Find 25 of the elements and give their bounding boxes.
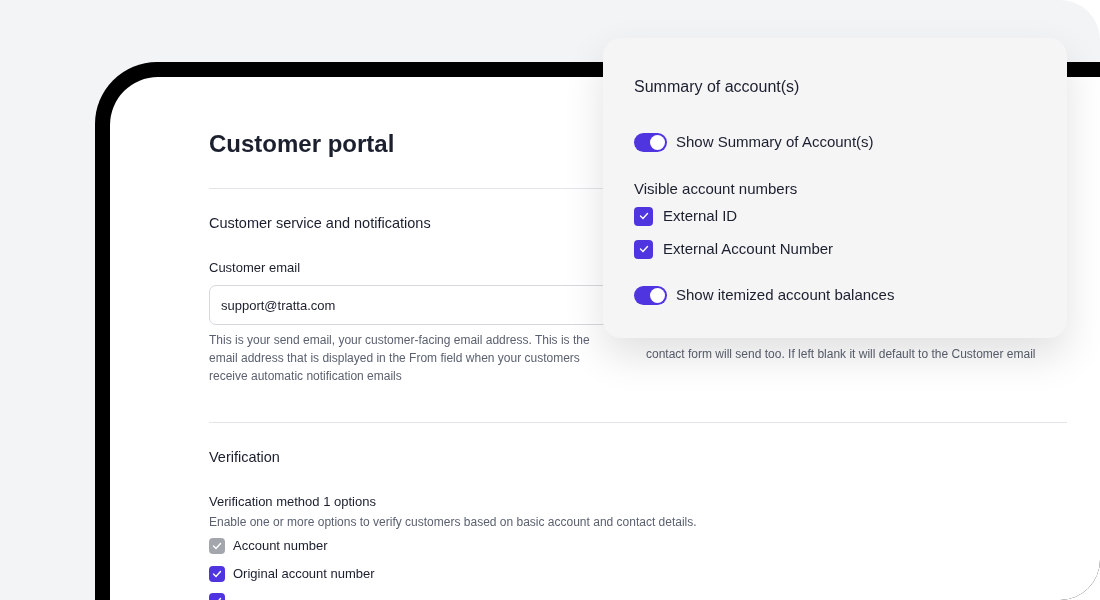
section-heading: Customer service and notifications [209, 214, 431, 233]
page-title: Customer portal [209, 129, 395, 159]
toggle-label: Show Summary of Account(s) [676, 132, 874, 152]
popup-title: Summary of account(s) [634, 77, 801, 97]
toggle-switch[interactable] [634, 132, 667, 152]
checkbox[interactable] [209, 566, 225, 582]
help-text: This is your send email, your customer-facing email address. This is the email address that is displayed in the From field when your customers receive automatic notification emails [209, 332, 591, 385]
help-text: contact form will send too. If left blank it will default to the Customer email [646, 346, 1037, 363]
checkbox-label: External Account Number [663, 239, 834, 259]
checkbox-label: External ID [663, 206, 738, 226]
group-label: Visible account numbers [634, 179, 799, 199]
option-label: Original account number [233, 565, 375, 583]
checkbox[interactable] [634, 239, 653, 259]
toggle-switch[interactable] [634, 285, 667, 305]
field-label: Verification method 1 options [209, 493, 377, 511]
check-icon [638, 212, 649, 220]
checkbox[interactable] [634, 206, 653, 226]
field-label: Customer email [209, 259, 302, 277]
toggle-label: Show itemized account balances [676, 285, 895, 305]
check-icon [638, 245, 649, 253]
check-icon [212, 542, 222, 550]
help-text: Enable one or more options to verify customers based on basic account and contact details. [209, 514, 698, 531]
check-icon [212, 570, 222, 578]
option-label: Account number [233, 537, 328, 555]
section-heading: Verification [209, 448, 280, 467]
